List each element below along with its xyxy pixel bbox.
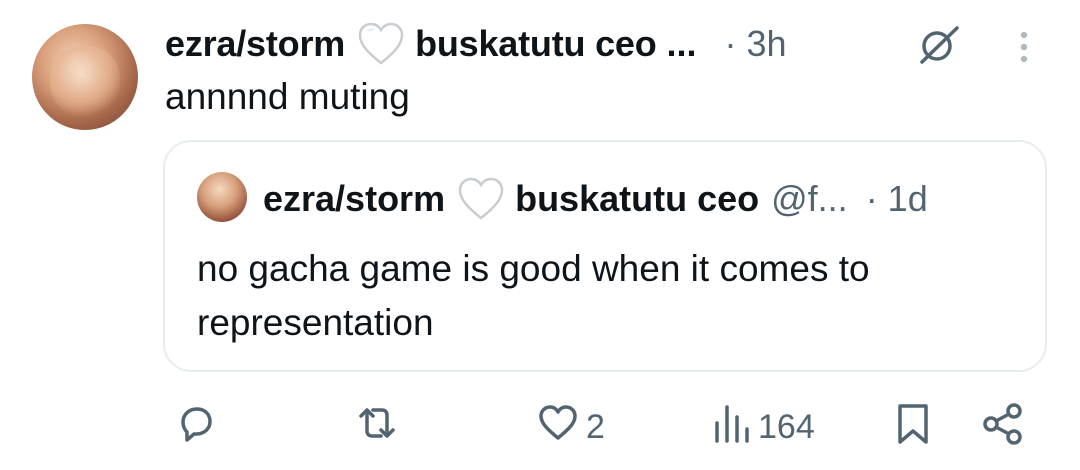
share-icon [980, 401, 1026, 456]
grok-icon[interactable] [915, 24, 963, 71]
quoted-text-line: no gacha game is good when it comes to [197, 248, 870, 289]
display-name[interactable]: ezra/storm [165, 23, 345, 65]
quoted-timestamp: · 1d [865, 178, 928, 219]
name-ellipsis: ... [666, 23, 697, 64]
bookmark-icon [893, 401, 933, 456]
tweet[interactable]: ezra/storm buskatutu ceo ... · 3h annnnd… [0, 0, 1080, 470]
quoted-tweet[interactable]: ezra/storm buskatutu ceo @f... · 1d no g… [163, 140, 1047, 372]
repost-button[interactable] [355, 401, 405, 454]
views-icon [712, 401, 752, 454]
quoted-header: ezra/storm buskatutu ceo @f... · 1d [263, 176, 928, 222]
reply-icon [174, 401, 218, 454]
views-button[interactable]: 164 [712, 401, 815, 454]
more-options-icon[interactable] [1014, 30, 1034, 71]
share-button[interactable] [980, 401, 1026, 456]
quoted-text: no gacha game is good when it comes to r… [197, 242, 1017, 350]
like-count: 2 [586, 408, 605, 446]
quoted-avatar[interactable] [197, 172, 247, 222]
quoted-handle: @f... [771, 178, 848, 219]
tweet-text: annnnd muting [165, 76, 410, 117]
action-bar: 2 164 [0, 395, 1080, 455]
white-heart-icon [357, 22, 405, 66]
like-icon [536, 401, 580, 454]
white-heart-icon [457, 177, 505, 221]
quoted-text-line: representation [197, 302, 434, 343]
timestamp[interactable]: · 3h [725, 23, 787, 65]
quoted-name-suffix: buskatutu ceo [515, 178, 760, 219]
repost-icon [355, 401, 399, 454]
views-count: 164 [758, 408, 815, 446]
name-suffix[interactable]: buskatutu ceo [415, 23, 657, 65]
quoted-display-name: ezra/storm [263, 178, 446, 219]
avatar[interactable] [32, 24, 138, 130]
reply-button[interactable] [174, 401, 224, 454]
bookmark-button[interactable] [893, 401, 933, 456]
like-button[interactable]: 2 [536, 401, 605, 454]
tweet-header: ezra/storm buskatutu ceo ... · 3h [165, 22, 787, 66]
